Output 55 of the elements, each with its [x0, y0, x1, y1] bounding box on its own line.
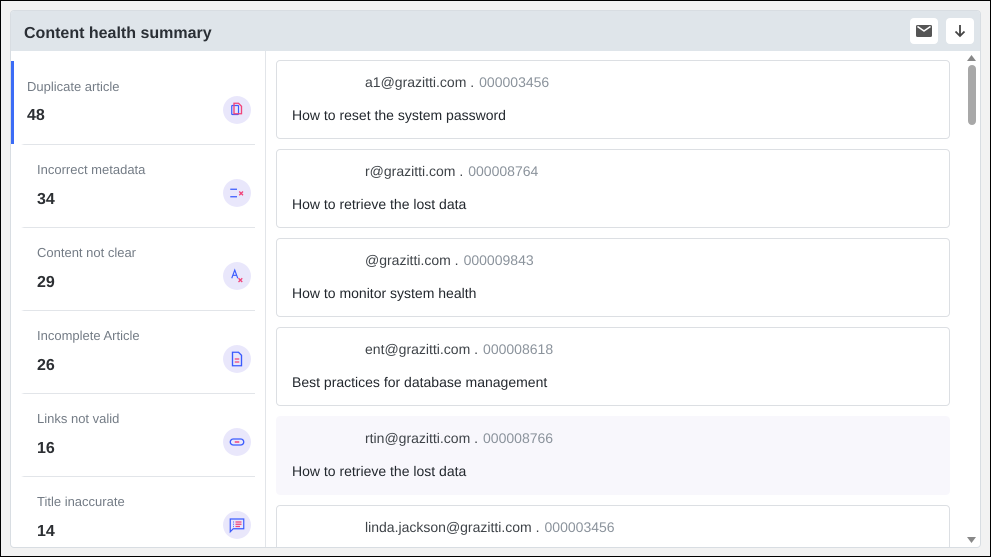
- mail-icon: [916, 25, 932, 37]
- article-id: 000003456: [479, 73, 550, 92]
- article-id: 000009843: [464, 251, 534, 270]
- author-email: @grazitti.com .: [365, 251, 459, 270]
- article-card[interactable]: @grazitti.com . 000009843 How to monitor system health: [276, 238, 950, 317]
- scrollbar-thumb[interactable]: [968, 65, 976, 125]
- category-label: Incomplete Article: [37, 327, 140, 346]
- category-item[interactable]: Content not clear 29: [21, 227, 255, 310]
- article-id: 000003456: [544, 518, 615, 537]
- category-item[interactable]: Duplicate article 48: [11, 61, 255, 144]
- article-title: How to monitor system health: [292, 284, 478, 303]
- panel-title: Content health summary: [24, 24, 212, 44]
- category-label: Duplicate article: [27, 78, 120, 96]
- author-email: a1@grazitti.com .: [365, 73, 474, 92]
- unclear-icon: [223, 262, 251, 290]
- category-item[interactable]: Incomplete Article 26: [21, 310, 255, 393]
- category-count: 29: [37, 272, 56, 293]
- down-arrow-icon: [954, 24, 966, 38]
- article-title: Best practices for database management: [292, 373, 548, 392]
- author-email: linda.jackson@grazitti.com .: [365, 518, 540, 537]
- article-title: How to retrieve the lost data: [292, 462, 468, 481]
- metadata-icon: [223, 179, 251, 207]
- category-item[interactable]: Title inaccurate 14: [21, 476, 255, 547]
- category-label: Title inaccurate: [37, 493, 125, 512]
- category-item[interactable]: Links not valid 16: [21, 393, 255, 476]
- category-label: Incorrect metadata: [37, 161, 146, 180]
- category-count: 34: [37, 190, 56, 210]
- category-item[interactable]: Incorrect metadata 34: [21, 144, 255, 227]
- category-count: 14: [37, 522, 56, 542]
- article-id: 000008618: [483, 340, 554, 359]
- category-count: 16: [37, 438, 56, 459]
- article-id: 000008764: [468, 162, 538, 181]
- links-icon: [223, 428, 251, 456]
- article-card[interactable]: r@grazitti.com . 000008764 How to retrieve the lost data: [276, 149, 950, 228]
- category-label: Content not clear: [37, 244, 136, 262]
- article-id: 000008766: [483, 429, 554, 448]
- category-count: 48: [27, 106, 46, 126]
- download-button[interactable]: [946, 18, 974, 44]
- category-count: 26: [37, 356, 56, 376]
- article-card[interactable]: a1@grazitti.com . 000003456 How to reset the system password: [276, 60, 950, 139]
- article-title: How to reset the system password: [292, 106, 507, 125]
- author-email: rtin@grazitti.com .: [365, 429, 478, 448]
- incomplete-icon: [223, 345, 251, 373]
- scroll-down-icon: [967, 537, 976, 543]
- article-card[interactable]: linda.jackson@grazitti.com . 000003456: [276, 505, 950, 547]
- article-card[interactable]: rtin@grazitti.com . 000008766 How to retrieve the lost data: [276, 416, 950, 495]
- article-title: How to retrieve the lost data: [292, 195, 468, 214]
- title-icon: [223, 511, 251, 539]
- scroll-up-icon: [967, 55, 976, 61]
- duplicate-icon: [223, 96, 251, 124]
- article-card[interactable]: ent@grazitti.com . 000008618 Best practices for database management: [276, 327, 950, 406]
- author-email: r@grazitti.com .: [365, 162, 464, 181]
- email-button[interactable]: [910, 18, 938, 44]
- author-email: ent@grazitti.com .: [365, 340, 478, 359]
- category-label: Links not valid: [37, 410, 120, 428]
